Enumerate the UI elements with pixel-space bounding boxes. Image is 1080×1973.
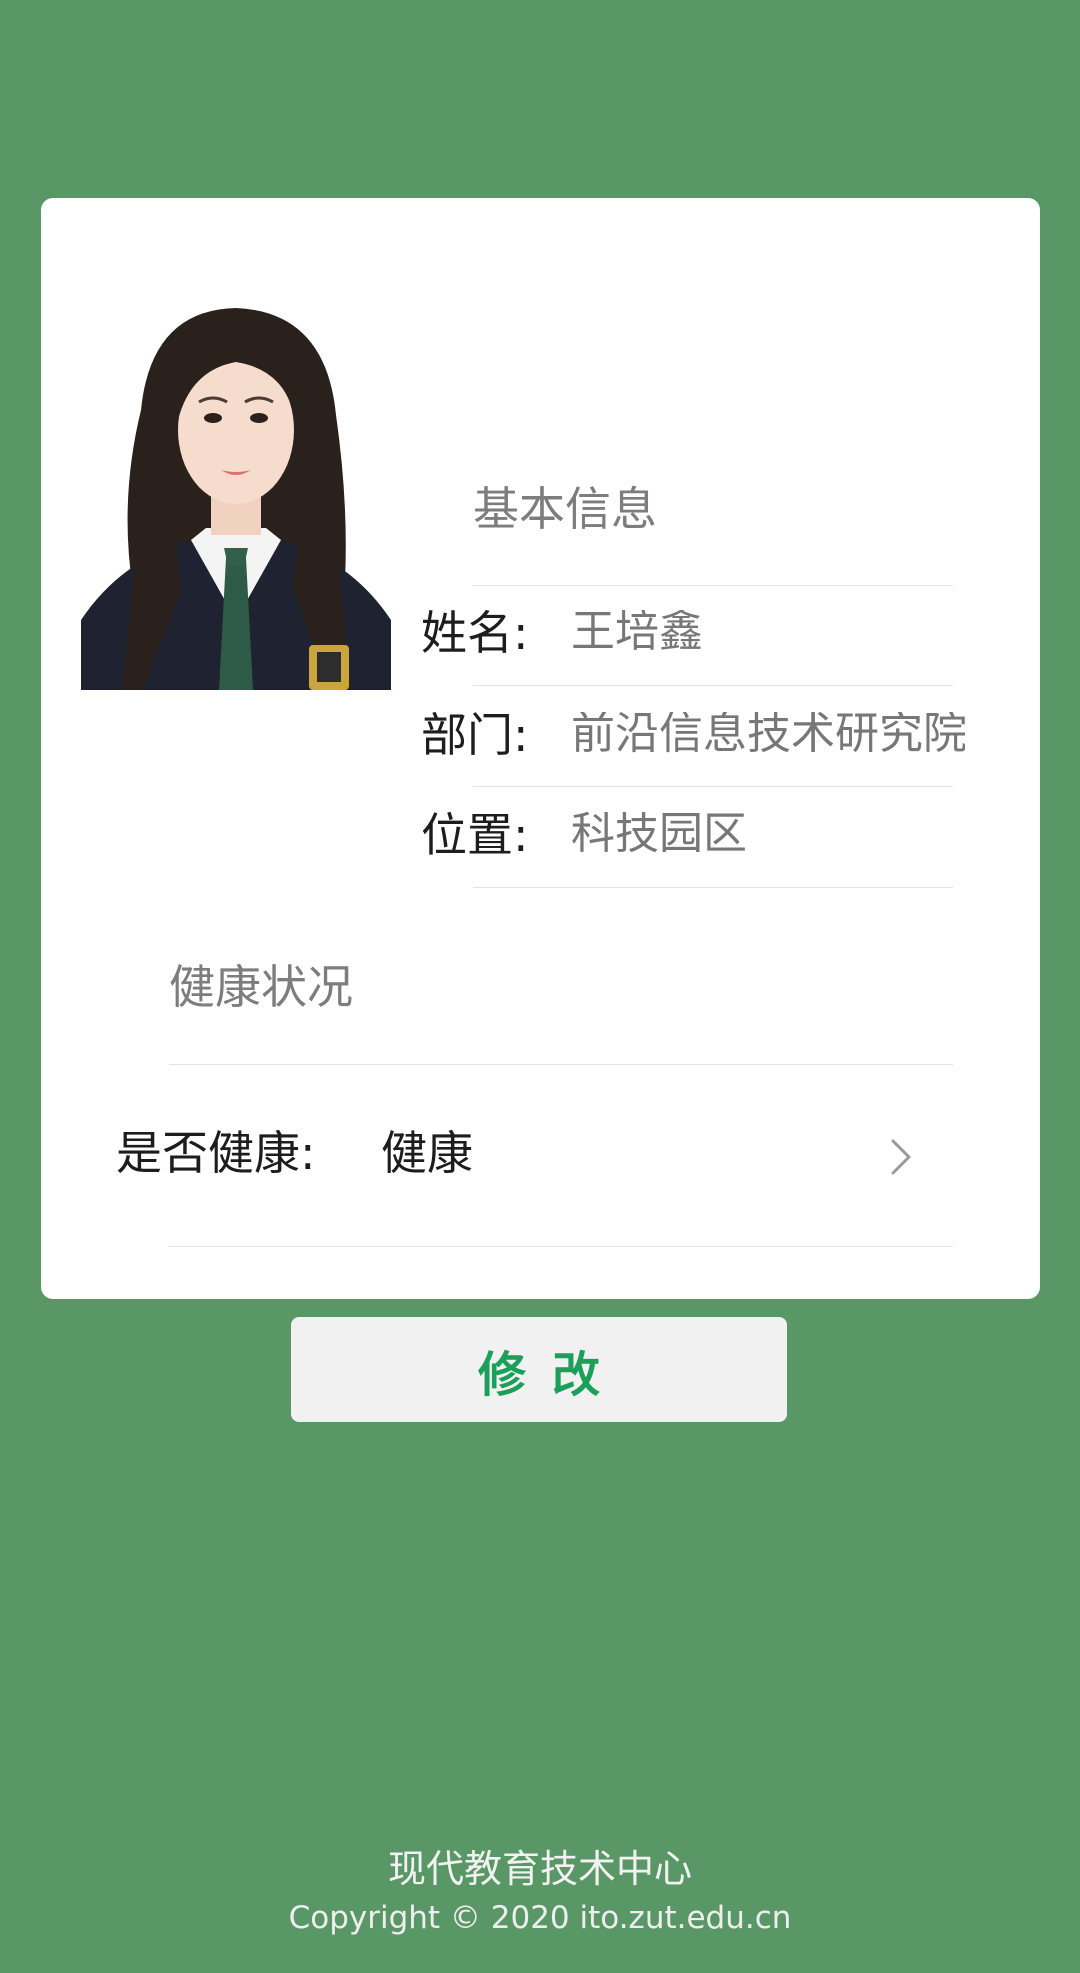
portrait-image — [81, 290, 391, 690]
is-healthy-label: 是否健康: — [116, 1126, 316, 1180]
divider — [473, 585, 953, 586]
chevron-right-icon[interactable] — [881, 1135, 921, 1179]
avatar-photo — [81, 290, 391, 690]
basic-info-title: 基本信息 — [473, 482, 657, 536]
location-label: 位置: — [421, 808, 529, 862]
is-healthy-value[interactable]: 健康 — [381, 1130, 473, 1176]
name-label: 姓名: — [421, 606, 529, 660]
divider — [473, 685, 953, 686]
health-status-title: 健康状况 — [169, 960, 353, 1014]
footer-copyright: Copyright © 2020 ito.zut.edu.cn — [288, 1900, 792, 1936]
location-value: 科技园区 — [571, 812, 747, 856]
name-value: 王培鑫 — [571, 610, 703, 654]
department-label: 部门: — [421, 708, 529, 762]
divider — [473, 786, 953, 787]
department-value: 前沿信息技术研究院 — [571, 712, 965, 756]
divider — [169, 1064, 953, 1065]
footer-org-name: 现代教育技术中心 — [387, 1847, 692, 1891]
divider — [169, 1246, 953, 1247]
modify-button[interactable]: 修改 — [291, 1317, 787, 1422]
divider — [473, 887, 953, 888]
profile-card: 基本信息 姓名: 王培鑫 部门: 前沿信息技术研究院 位置: 科技园区 健康状况… — [41, 198, 1040, 1422]
